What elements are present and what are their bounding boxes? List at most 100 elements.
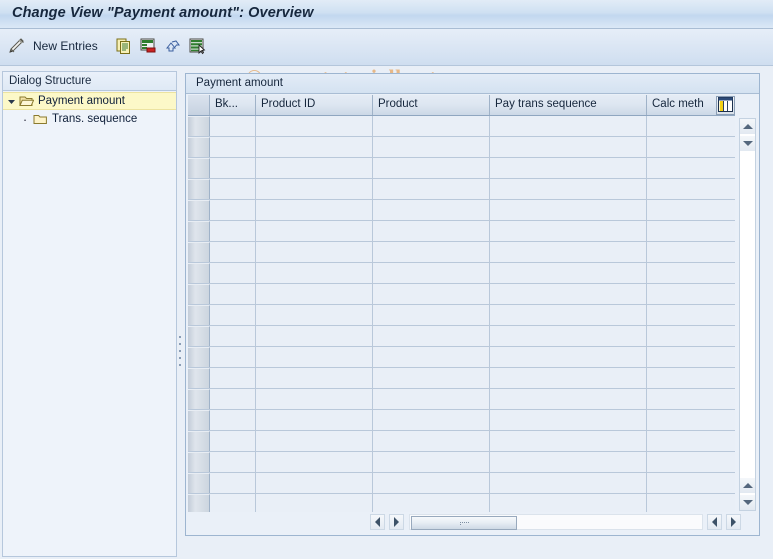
table-cell[interactable] <box>256 116 373 136</box>
table-cell[interactable] <box>490 305 647 325</box>
table-cell[interactable] <box>490 473 647 493</box>
row-select-cell[interactable] <box>188 326 210 346</box>
table-row[interactable] <box>188 410 735 431</box>
table-cell[interactable] <box>373 347 490 367</box>
table-cell[interactable] <box>210 431 256 451</box>
table-cell[interactable] <box>490 116 647 136</box>
table-row[interactable] <box>188 347 735 368</box>
table-cell[interactable] <box>256 284 373 304</box>
table-cell[interactable] <box>647 347 735 367</box>
horizontal-scroll-thumb[interactable] <box>411 516 517 530</box>
table-row[interactable] <box>188 305 735 326</box>
table-cell[interactable] <box>647 305 735 325</box>
table-cell[interactable] <box>647 368 735 388</box>
table-cell[interactable] <box>373 326 490 346</box>
table-cell[interactable] <box>647 137 735 157</box>
table-row[interactable] <box>188 221 735 242</box>
scroll-up-button[interactable] <box>740 478 755 493</box>
scroll-page-up-button[interactable] <box>740 119 755 134</box>
table-cell[interactable] <box>373 452 490 472</box>
table-cell[interactable] <box>647 473 735 493</box>
table-cell[interactable] <box>490 263 647 283</box>
column-header-pay-trans-sequence[interactable]: Pay trans sequence <box>490 95 647 115</box>
table-cell[interactable] <box>490 494 647 512</box>
row-select-cell[interactable] <box>188 137 210 157</box>
table-cell[interactable] <box>373 200 490 220</box>
table-row[interactable] <box>188 326 735 347</box>
table-cell[interactable] <box>210 347 256 367</box>
table-cell[interactable] <box>256 242 373 262</box>
table-cell[interactable] <box>256 368 373 388</box>
table-row[interactable] <box>188 242 735 263</box>
table-cell[interactable] <box>490 221 647 241</box>
horizontal-scroll-track[interactable] <box>409 514 703 530</box>
table-cell[interactable] <box>373 158 490 178</box>
edit-display-toggle-button[interactable] <box>8 34 26 58</box>
table-cell[interactable] <box>256 431 373 451</box>
table-cell[interactable] <box>256 389 373 409</box>
table-cell[interactable] <box>210 494 256 512</box>
table-cell[interactable] <box>373 179 490 199</box>
row-select-cell[interactable] <box>188 494 210 512</box>
table-cell[interactable] <box>210 326 256 346</box>
table-cell[interactable] <box>647 221 735 241</box>
table-cell[interactable] <box>647 389 735 409</box>
grid-select-all-cell[interactable] <box>188 95 210 115</box>
table-cell[interactable] <box>373 473 490 493</box>
table-cell[interactable] <box>210 137 256 157</box>
table-cell[interactable] <box>256 263 373 283</box>
table-cell[interactable] <box>490 200 647 220</box>
table-horizontal-scrollbar[interactable] <box>188 512 757 533</box>
scroll-down-button[interactable] <box>740 495 755 510</box>
table-cell[interactable] <box>647 200 735 220</box>
scroll-page-down-button[interactable] <box>740 136 755 151</box>
table-cell[interactable] <box>647 452 735 472</box>
table-row[interactable] <box>188 179 735 200</box>
table-cell[interactable] <box>256 494 373 512</box>
table-cell[interactable] <box>256 347 373 367</box>
table-cell[interactable] <box>490 158 647 178</box>
undo-button[interactable] <box>163 34 181 58</box>
table-cell[interactable] <box>373 137 490 157</box>
table-row[interactable] <box>188 368 735 389</box>
table-cell[interactable] <box>647 326 735 346</box>
chevron-down-icon[interactable] <box>3 97 19 106</box>
delete-button[interactable] <box>139 34 157 58</box>
row-select-cell[interactable] <box>188 410 210 430</box>
table-cell[interactable] <box>210 158 256 178</box>
row-select-cell[interactable] <box>188 242 210 262</box>
table-cell[interactable] <box>373 305 490 325</box>
table-cell[interactable] <box>373 410 490 430</box>
table-cell[interactable] <box>256 473 373 493</box>
table-cell[interactable] <box>210 200 256 220</box>
row-select-cell[interactable] <box>188 452 210 472</box>
select-layout-button[interactable] <box>188 34 206 58</box>
table-cell[interactable] <box>490 284 647 304</box>
table-cell[interactable] <box>647 179 735 199</box>
table-cell[interactable] <box>647 410 735 430</box>
table-vertical-scrollbar[interactable] <box>739 118 756 511</box>
table-row[interactable] <box>188 431 735 452</box>
tree-item-trans-sequence[interactable]: · Trans. sequence <box>3 110 176 128</box>
row-select-cell[interactable] <box>188 389 210 409</box>
table-row[interactable] <box>188 452 735 473</box>
new-entries-button[interactable]: New Entries <box>33 34 98 58</box>
table-row[interactable] <box>188 389 735 410</box>
column-header-product-id[interactable]: Product ID <box>256 95 373 115</box>
row-select-cell[interactable] <box>188 431 210 451</box>
panel-splitter[interactable] <box>177 71 183 557</box>
table-cell[interactable] <box>256 200 373 220</box>
table-cell[interactable] <box>647 431 735 451</box>
table-cell[interactable] <box>256 179 373 199</box>
table-cell[interactable] <box>256 158 373 178</box>
table-cell[interactable] <box>373 389 490 409</box>
row-select-cell[interactable] <box>188 221 210 241</box>
column-header-bk[interactable]: Bk... <box>210 95 256 115</box>
table-cell[interactable] <box>373 221 490 241</box>
table-cell[interactable] <box>490 389 647 409</box>
table-cell[interactable] <box>210 116 256 136</box>
table-cell[interactable] <box>490 410 647 430</box>
table-row[interactable] <box>188 473 735 494</box>
row-select-cell[interactable] <box>188 368 210 388</box>
table-cell[interactable] <box>490 242 647 262</box>
